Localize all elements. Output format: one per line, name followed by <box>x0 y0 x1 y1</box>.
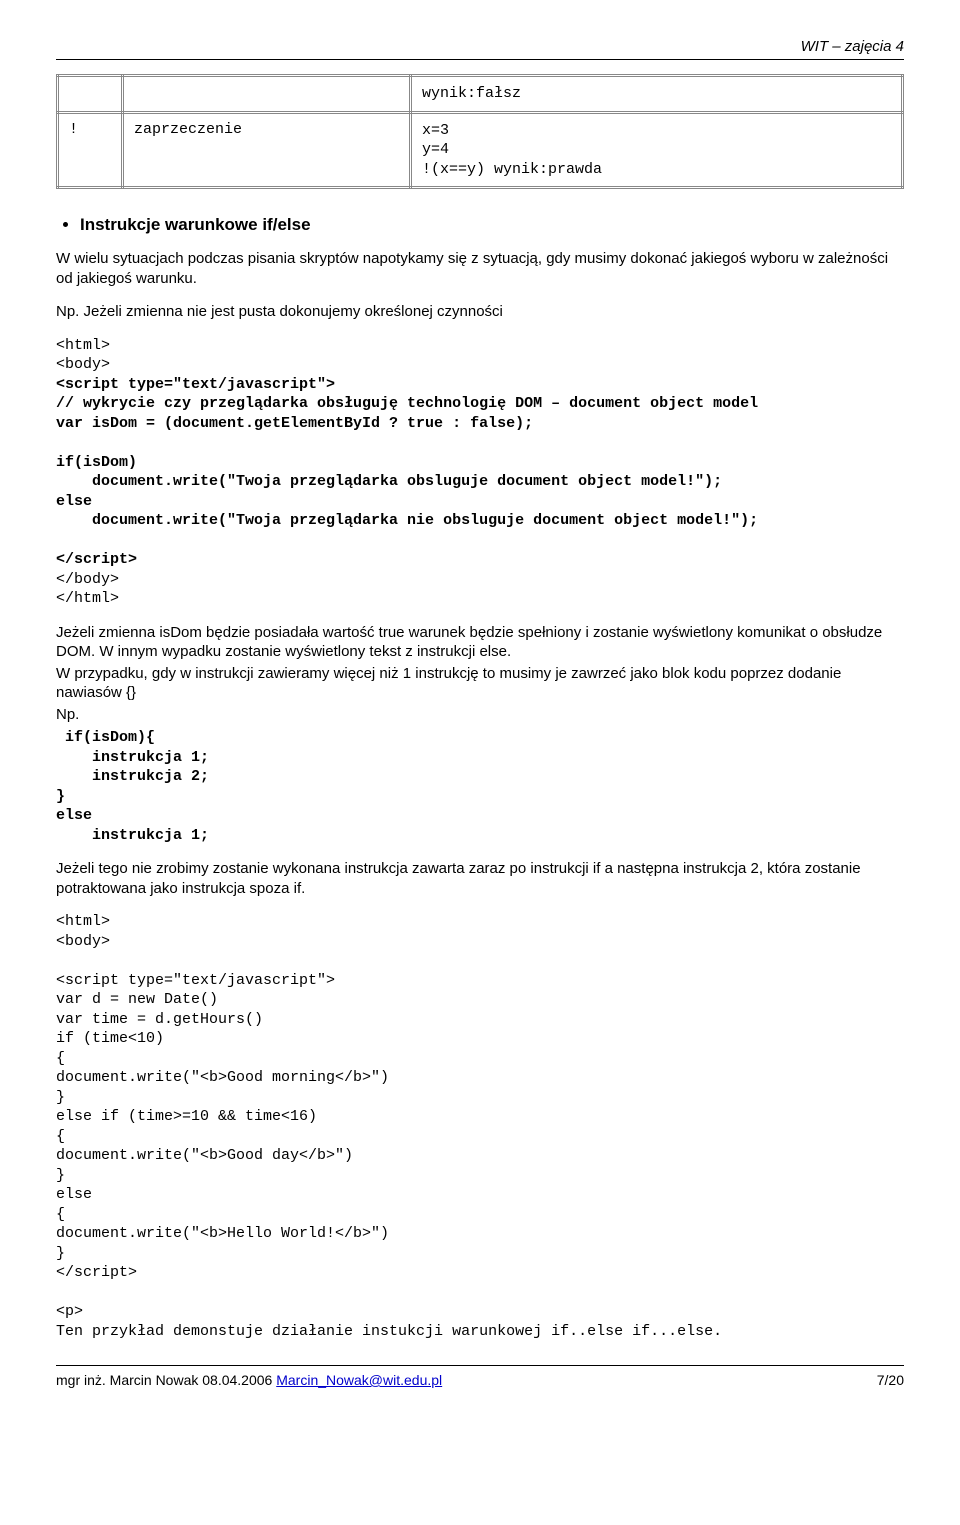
section-heading: Instrukcje warunkowe if/else <box>80 215 904 235</box>
footer-email-link[interactable]: Marcin_Nowak@wit.edu.pl <box>276 1372 442 1388</box>
paragraph: W przypadku, gdy w instrukcji zawieramy … <box>56 664 904 703</box>
cell-example-text: x=3 y=4 !(x==y) wynik:prawda <box>422 121 891 180</box>
paragraph: Jeżeli tego nie zrobimy zostanie wykonan… <box>56 859 904 898</box>
footer-page-number: 7/20 <box>877 1372 904 1388</box>
footer-left: mgr inż. Marcin Nowak 08.04.2006 Marcin_… <box>56 1372 877 1388</box>
cell-op: ! <box>58 112 123 188</box>
cell-example-text: wynik:fałsz <box>422 84 891 104</box>
code-block: <html> <body> <script type="text/javascr… <box>56 912 904 1341</box>
header-rule <box>56 59 904 60</box>
code-html-open: <html> <body> <box>56 336 904 375</box>
section-heading-list: Instrukcje warunkowe if/else <box>80 215 904 235</box>
cell-example: wynik:fałsz <box>411 76 903 113</box>
table-row: wynik:fałsz <box>58 76 903 113</box>
paragraph: Jeżeli zmienna isDom będzie posiadała wa… <box>56 623 904 662</box>
code-html-close: </body> </html> <box>56 570 904 609</box>
code-snippet: <html> <body> <script type="text/javascr… <box>56 912 904 1341</box>
paragraph: Np. Jeżeli zmienna nie jest pusta dokonu… <box>56 302 904 322</box>
page-header: WIT – zajęcia 4 <box>56 38 904 55</box>
cell-desc: zaprzeczenie <box>123 112 411 188</box>
operators-table: wynik:fałsz ! zaprzeczenie x=3 y=4 !(x==… <box>56 74 904 189</box>
code-script-body: <script type="text/javascript"> // wykry… <box>56 375 904 570</box>
code-block: <html> <body> <script type="text/javascr… <box>56 336 904 609</box>
code-snippet: if(isDom){ instrukcja 1; instrukcja 2; }… <box>56 728 904 845</box>
page-footer: mgr inż. Marcin Nowak 08.04.2006 Marcin_… <box>56 1365 904 1388</box>
paragraph-np: Np. <box>56 705 904 725</box>
paragraph: W wielu sytuacjach podczas pisania skryp… <box>56 249 904 288</box>
cell-desc <box>123 76 411 113</box>
footer-author: mgr inż. Marcin Nowak 08.04.2006 <box>56 1372 276 1388</box>
cell-op <box>58 76 123 113</box>
code-block: if(isDom){ instrukcja 1; instrukcja 2; }… <box>56 728 904 845</box>
table-row: ! zaprzeczenie x=3 y=4 !(x==y) wynik:pra… <box>58 112 903 188</box>
cell-example: x=3 y=4 !(x==y) wynik:prawda <box>411 112 903 188</box>
